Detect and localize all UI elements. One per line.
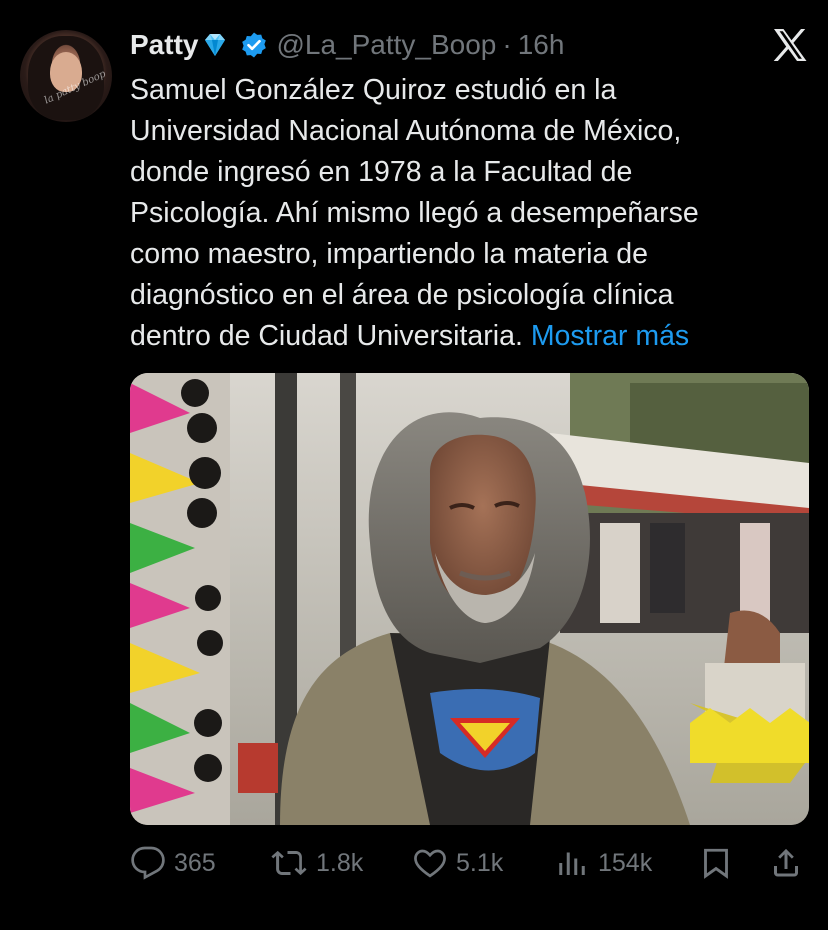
tweet-text-line: dentro de Ciudad Universitaria.: [130, 320, 523, 352]
show-more-link[interactable]: Mostrar más: [531, 320, 689, 352]
tweet-text: Samuel González Quiroz estudió en la Uni…: [130, 70, 810, 357]
tweet-text-last-line: dentro de Ciudad Universitaria. Mostrar …: [130, 316, 810, 357]
like-count: 5.1k: [456, 848, 504, 877]
bookmark-icon: [698, 845, 734, 881]
reply-icon: [130, 845, 166, 881]
share-button[interactable]: [768, 838, 804, 888]
reply-button[interactable]: 365: [130, 838, 216, 888]
tweet-actions: 365 1.8k 5.1k 154k: [130, 838, 810, 888]
views-icon: [554, 845, 590, 881]
tweet-photo[interactable]: [130, 373, 809, 825]
repost-icon: [270, 845, 308, 881]
tweet-text-line: Psicología. Ahí mismo llegó a desempeñar…: [130, 197, 699, 229]
author-handle[interactable]: @La_Patty_Boop: [276, 29, 496, 61]
tweet-header: Patty @La_Patty_Boop · 16h: [130, 26, 564, 64]
like-button[interactable]: 5.1k: [412, 838, 503, 888]
like-icon: [412, 845, 448, 881]
share-icon: [768, 845, 804, 881]
gem-emoji-icon: [200, 30, 230, 60]
x-logo-icon[interactable]: [772, 28, 808, 62]
tweet-text-line: Universidad Nacional Autónoma de México,: [130, 115, 682, 147]
verified-badge-icon[interactable]: [240, 31, 268, 59]
separator-dot: ·: [502, 29, 512, 60]
tweet-text-line: Samuel González Quiroz estudió en la: [130, 74, 617, 106]
bookmark-button[interactable]: [698, 838, 734, 888]
tweet-text-line: donde ingresó en 1978 a la Facultad de: [130, 156, 633, 188]
repost-count: 1.8k: [316, 848, 364, 877]
author-name[interactable]: Patty: [130, 29, 198, 61]
tweet-text-line: diagnóstico en el área de psicología clí…: [130, 279, 674, 311]
author-avatar[interactable]: la patty boop: [20, 30, 112, 122]
tweet-text-line: como maestro, impartiendo la materia de: [130, 238, 648, 270]
views-count: 154k: [598, 848, 653, 877]
views-button[interactable]: 154k: [554, 838, 652, 888]
tweet: la patty boop Patty @La_Patty_Boop · 16h: [0, 0, 828, 930]
tweet-time[interactable]: 16h: [518, 29, 565, 61]
reply-count: 365: [174, 848, 216, 877]
repost-button[interactable]: 1.8k: [270, 838, 363, 888]
